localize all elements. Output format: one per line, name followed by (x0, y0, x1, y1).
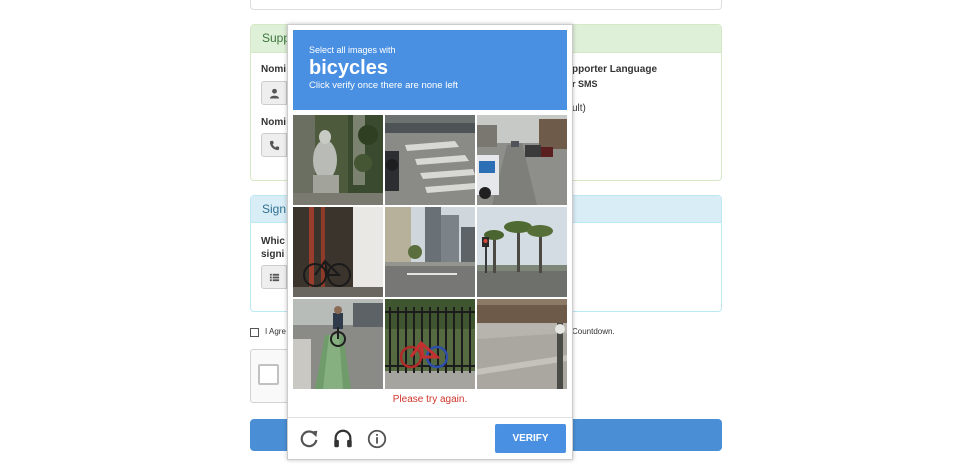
list-icon (269, 273, 279, 281)
image-tile-2[interactable] (385, 115, 475, 205)
image-tile-3[interactable] (477, 115, 567, 205)
image-tile-7[interactable] (293, 299, 383, 389)
page: Supp Nomi Nomi pporter Language r SMS ul… (0, 0, 960, 465)
which-label-line1: Whic (261, 236, 285, 247)
challenge-hint: Click verify once there are none left (309, 80, 458, 91)
image-tile-4[interactable] (293, 207, 383, 297)
image-tile-9[interactable] (477, 299, 567, 389)
image-tile-1[interactable] (293, 115, 383, 205)
image-tile-6[interactable] (477, 207, 567, 297)
challenge-footer: VERIFY (288, 417, 572, 459)
language-default-value: ult) (572, 103, 586, 114)
tile-4-image (293, 207, 383, 297)
info-icon[interactable] (366, 428, 388, 450)
tile-1-image (293, 115, 383, 205)
tile-5-image (385, 207, 475, 297)
user-addon (261, 81, 287, 105)
list-addon (261, 265, 287, 289)
audio-icon[interactable] (332, 428, 354, 450)
phone-addon (261, 133, 287, 157)
error-message: Please try again. (392, 394, 468, 405)
image-challenge-dialog: Select all images with bicycles Click ve… (287, 24, 573, 460)
tile-7-image (293, 299, 383, 389)
verify-button[interactable]: VERIFY (495, 424, 566, 453)
nominee-label-1: Nomi (261, 64, 286, 75)
phone-icon (269, 140, 279, 150)
agree-checkbox[interactable] (250, 328, 259, 337)
recaptcha-checkbox[interactable] (258, 364, 279, 385)
image-tile-8[interactable] (385, 299, 475, 389)
agree-text: I Agre (265, 327, 286, 336)
reload-icon[interactable] (298, 428, 320, 450)
tile-9-image (477, 299, 567, 389)
agree-text-right: Countdown. (572, 327, 615, 336)
image-tile-5[interactable] (385, 207, 475, 297)
tile-3-image (477, 115, 567, 205)
tile-8-image (385, 299, 475, 389)
tile-2-image (385, 115, 475, 205)
challenge-header: Select all images with bicycles Click ve… (293, 30, 567, 110)
tile-6-image (477, 207, 567, 297)
nominee-label-2: Nomi (261, 117, 286, 128)
supporter-language-label: pporter Language (572, 64, 658, 75)
sms-label: r SMS (572, 79, 598, 89)
top-panel-edge (250, 0, 722, 10)
challenge-instruction: Select all images with (309, 45, 396, 55)
image-grid (293, 115, 567, 389)
which-label-line2: signi (261, 249, 285, 260)
user-icon (269, 88, 279, 99)
challenge-object: bicycles (309, 57, 388, 79)
